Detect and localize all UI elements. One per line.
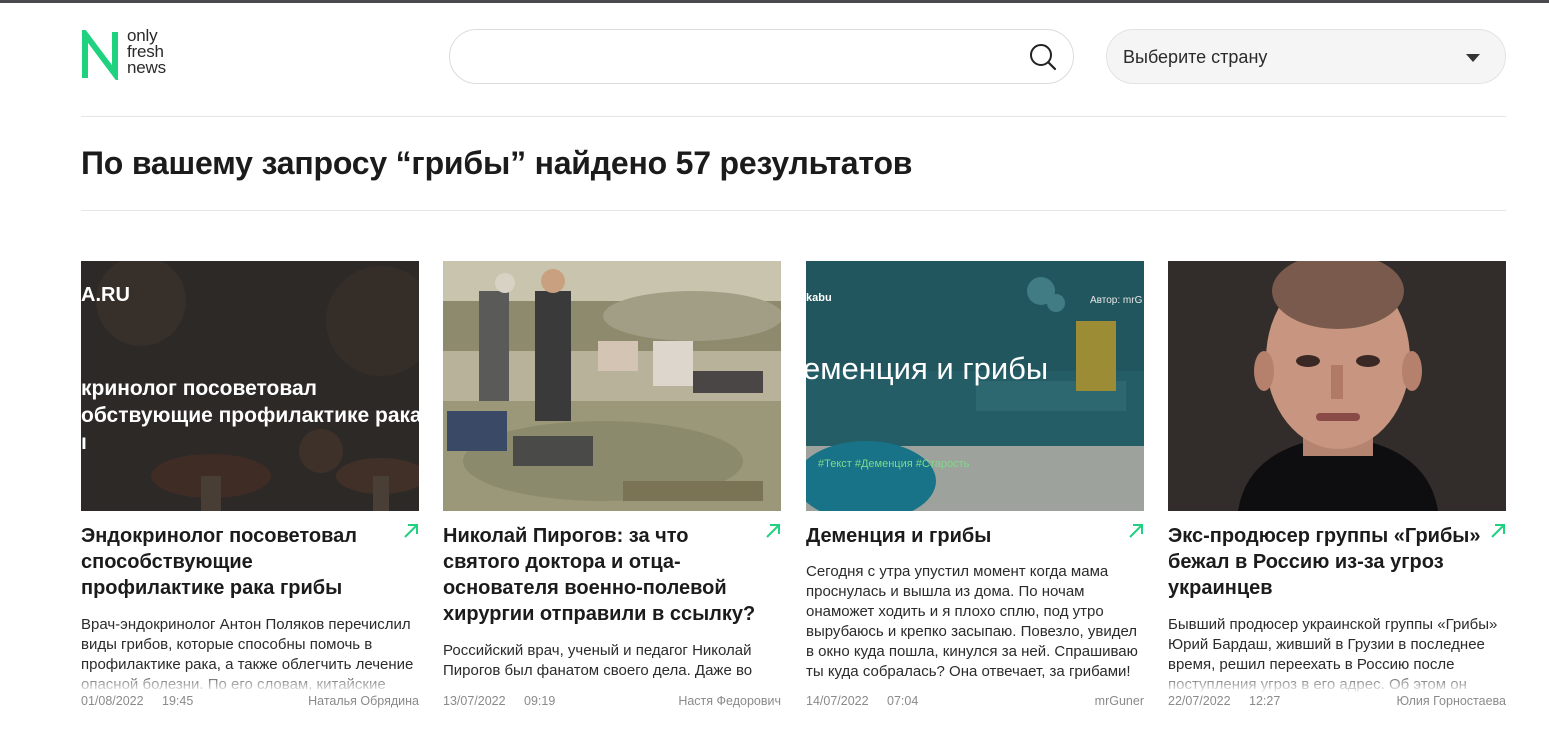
news-card-title[interactable]: Эндокринолог посоветовал способствующие … (81, 523, 399, 601)
news-card-author[interactable]: Юлия Горностаева (1397, 694, 1506, 708)
news-card-image[interactable]: A.RU кринолог посоветовал обствующие про… (81, 261, 419, 511)
image-overlay-line-3: ı (81, 431, 87, 454)
search-icon[interactable] (1029, 43, 1057, 71)
news-card-image[interactable] (443, 261, 781, 511)
news-card-description: Сегодня с утра упустил момент когда мама… (806, 563, 1138, 680)
heading-divider (81, 210, 1506, 211)
news-card-author[interactable]: Настя Федорович (678, 694, 781, 708)
news-card: kabu Автор: mrG еменция и грибы #Текст #… (806, 261, 1144, 721)
news-card: Экс-продюсер группы «Грибы» бежал в Росс… (1168, 261, 1506, 721)
image-overlay-site: A.RU (81, 284, 130, 306)
logo-line-3: news (127, 58, 166, 77)
chevron-down-icon (1466, 54, 1480, 62)
description-fade (1168, 671, 1506, 693)
news-card-image[interactable]: kabu Автор: mrG еменция и грибы #Текст #… (806, 261, 1144, 511)
top-border (0, 0, 1549, 3)
news-card-time: 19:45 (162, 694, 194, 708)
news-card-date: 22/07/2022 (1168, 694, 1231, 708)
image-overlay-title: еменция и грибы (806, 351, 1048, 386)
results-heading: По вашему запросу “грибы” найдено 57 рез… (81, 145, 913, 181)
image-overlay-author: Автор: mrG (1090, 295, 1143, 306)
description-fade (81, 671, 419, 693)
news-card-description: Российский врач, ученый и педагог Никола… (443, 642, 753, 679)
country-select[interactable]: Выберите страну (1106, 29, 1506, 84)
news-card: Николай Пирогов: за что святого доктора … (443, 261, 781, 721)
external-arrow-icon[interactable] (1490, 523, 1506, 539)
search-input[interactable] (474, 30, 1024, 83)
external-arrow-icon[interactable] (765, 523, 781, 539)
news-card-title[interactable]: Деменция и грибы (806, 523, 1124, 549)
news-card: A.RU кринолог посоветовал обствующие про… (81, 261, 419, 721)
country-select-label: Выберите страну (1123, 47, 1268, 67)
image-overlay-line-1: кринолог посоветовал (81, 377, 317, 400)
news-card-author[interactable]: mrGuner (1095, 694, 1144, 708)
image-overlay-tags: #Текст #Деменция #Старость (818, 458, 970, 470)
news-card-time: 09:19 (524, 694, 556, 708)
site-logo[interactable]: only fresh news (81, 27, 191, 80)
search-bar (449, 29, 1074, 84)
image-overlay-site: kabu (806, 292, 832, 304)
logo-n-icon (82, 30, 118, 80)
external-arrow-icon[interactable] (1128, 523, 1144, 539)
news-card-title[interactable]: Экс-продюсер группы «Грибы» бежал в Росс… (1168, 523, 1486, 601)
header-divider (81, 116, 1506, 117)
logo-wordmark: only fresh news (127, 27, 166, 77)
news-card-date: 13/07/2022 (443, 694, 506, 708)
external-arrow-icon[interactable] (403, 523, 419, 539)
news-card-author[interactable]: Наталья Обрядина (308, 694, 419, 708)
news-card-date: 01/08/2022 (81, 694, 144, 708)
news-card-title[interactable]: Николай Пирогов: за что святого доктора … (443, 523, 761, 627)
news-card-image[interactable] (1168, 261, 1506, 511)
news-card-time: 07:04 (887, 694, 919, 708)
news-card-date: 14/07/2022 (806, 694, 869, 708)
news-card-time: 12:27 (1249, 694, 1281, 708)
image-overlay-line-2: обствующие профилактике рака (81, 404, 419, 427)
